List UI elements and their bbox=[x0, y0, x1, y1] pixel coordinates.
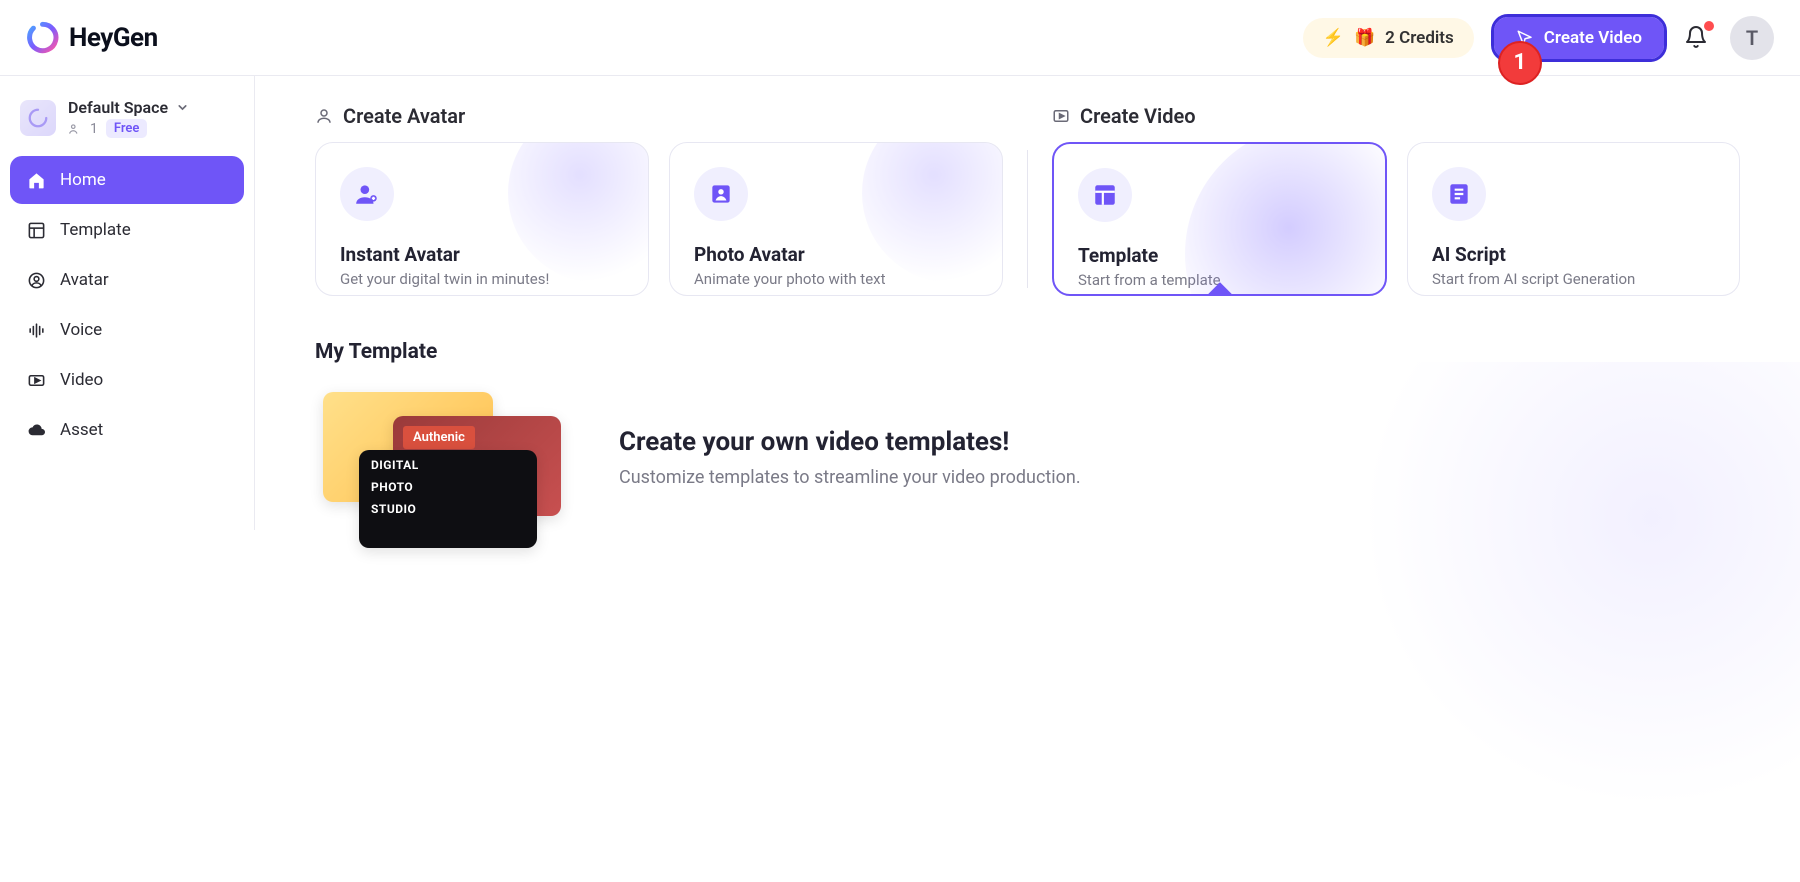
create-avatar-section: Create Avatar Instant Avatar Get your di… bbox=[315, 104, 1003, 296]
sidebar-item-label: Voice bbox=[60, 320, 102, 340]
card-subtitle: Animate your photo with text bbox=[694, 270, 978, 288]
voice-icon bbox=[26, 320, 46, 340]
workspace-name: Default Space bbox=[68, 98, 168, 117]
play-square-icon bbox=[1052, 107, 1070, 125]
sidebar-item-asset[interactable]: Asset bbox=[10, 406, 244, 454]
photo-avatar-card[interactable]: Photo Avatar Animate your photo with tex… bbox=[669, 142, 1003, 296]
sidebar-item-avatar[interactable]: Avatar bbox=[10, 256, 244, 304]
video-icon bbox=[26, 370, 46, 390]
credits-pill[interactable]: ⚡ 🎁 2 Credits bbox=[1303, 18, 1474, 58]
thumbnail-c: DIGITAL PHOTO STUDIO bbox=[359, 450, 537, 548]
template-thumbnail-stack: Authenic DIGITAL PHOTO STUDIO bbox=[315, 392, 565, 522]
ai-script-card[interactable]: AI Script Start from AI script Generatio… bbox=[1407, 142, 1740, 296]
card-subtitle: Start from a template bbox=[1078, 271, 1361, 289]
user-avatar[interactable]: T bbox=[1730, 16, 1774, 60]
sidebar-item-voice[interactable]: Voice bbox=[10, 306, 244, 354]
card-title: AI Script bbox=[1432, 243, 1715, 266]
sidebar-item-home[interactable]: Home bbox=[10, 156, 244, 204]
photo-avatar-icon bbox=[694, 167, 748, 221]
header-right: ⚡ 🎁 2 Credits Create Video 1 T bbox=[1303, 16, 1774, 60]
section-divider bbox=[1027, 150, 1028, 288]
sidebar-item-video[interactable]: Video bbox=[10, 356, 244, 404]
create-video-section: Create Video Template Start from a templ… bbox=[1052, 104, 1740, 296]
section-title: Create Avatar bbox=[343, 104, 465, 128]
template-icon bbox=[26, 220, 46, 240]
template-card[interactable]: Template Start from a template bbox=[1052, 142, 1387, 296]
members-icon bbox=[68, 122, 82, 136]
my-template-promo[interactable]: Authenic DIGITAL PHOTO STUDIO Create you… bbox=[315, 392, 1740, 522]
section-title: Create Video bbox=[1080, 104, 1196, 128]
cloud-icon bbox=[26, 420, 46, 440]
plan-badge: Free bbox=[106, 119, 148, 138]
home-icon bbox=[26, 170, 46, 190]
avatar-icon bbox=[26, 270, 46, 290]
person-icon bbox=[315, 107, 333, 125]
main-content: Create Avatar Instant Avatar Get your di… bbox=[255, 76, 1800, 530]
sidebar-item-template[interactable]: Template bbox=[10, 206, 244, 254]
card-title: Photo Avatar bbox=[694, 243, 978, 266]
card-subtitle: Start from AI script Generation bbox=[1432, 270, 1715, 288]
card-subtitle: Get your digital twin in minutes! bbox=[340, 270, 624, 288]
sidebar-item-label: Asset bbox=[60, 420, 103, 440]
ai-script-icon bbox=[1432, 167, 1486, 221]
avatar-initial: T bbox=[1746, 26, 1758, 50]
sidebar-item-label: Video bbox=[60, 370, 103, 390]
create-video-button[interactable]: Create Video 1 bbox=[1494, 17, 1664, 59]
promo-title: Create your own video templates! bbox=[619, 427, 1081, 457]
promo-subtitle: Customize templates to streamline your v… bbox=[619, 467, 1081, 488]
instant-avatar-icon bbox=[340, 167, 394, 221]
sidebar-item-label: Home bbox=[60, 170, 106, 190]
notifications-button[interactable] bbox=[1684, 25, 1710, 51]
member-count: 1 bbox=[90, 121, 98, 137]
sidebar-item-label: Avatar bbox=[60, 270, 109, 290]
brand-mark-icon bbox=[26, 21, 59, 54]
app-header: HeyGen ⚡ 🎁 2 Credits Create Video 1 T bbox=[0, 0, 1800, 76]
gift-icon: 🎁 bbox=[1354, 28, 1375, 48]
my-template-heading: My Template bbox=[315, 340, 1740, 364]
create-video-label: Create Video bbox=[1544, 28, 1642, 48]
card-title: Instant Avatar bbox=[340, 243, 624, 266]
workspace-selector[interactable]: Default Space 1 Free bbox=[10, 90, 244, 154]
brand-logo[interactable]: HeyGen bbox=[26, 21, 158, 54]
template-card-icon bbox=[1078, 168, 1132, 222]
credits-label: 2 Credits bbox=[1385, 28, 1454, 48]
card-title: Template bbox=[1078, 244, 1361, 267]
workspace-icon bbox=[20, 100, 56, 136]
notification-dot-icon bbox=[1704, 21, 1714, 31]
chevron-down-icon bbox=[176, 101, 189, 114]
sidebar-item-label: Template bbox=[60, 220, 131, 240]
instant-avatar-card[interactable]: Instant Avatar Get your digital twin in … bbox=[315, 142, 649, 296]
bolt-icon: ⚡ bbox=[1323, 28, 1344, 48]
sidebar: Default Space 1 Free bbox=[0, 76, 255, 530]
brand-name: HeyGen bbox=[69, 23, 158, 53]
